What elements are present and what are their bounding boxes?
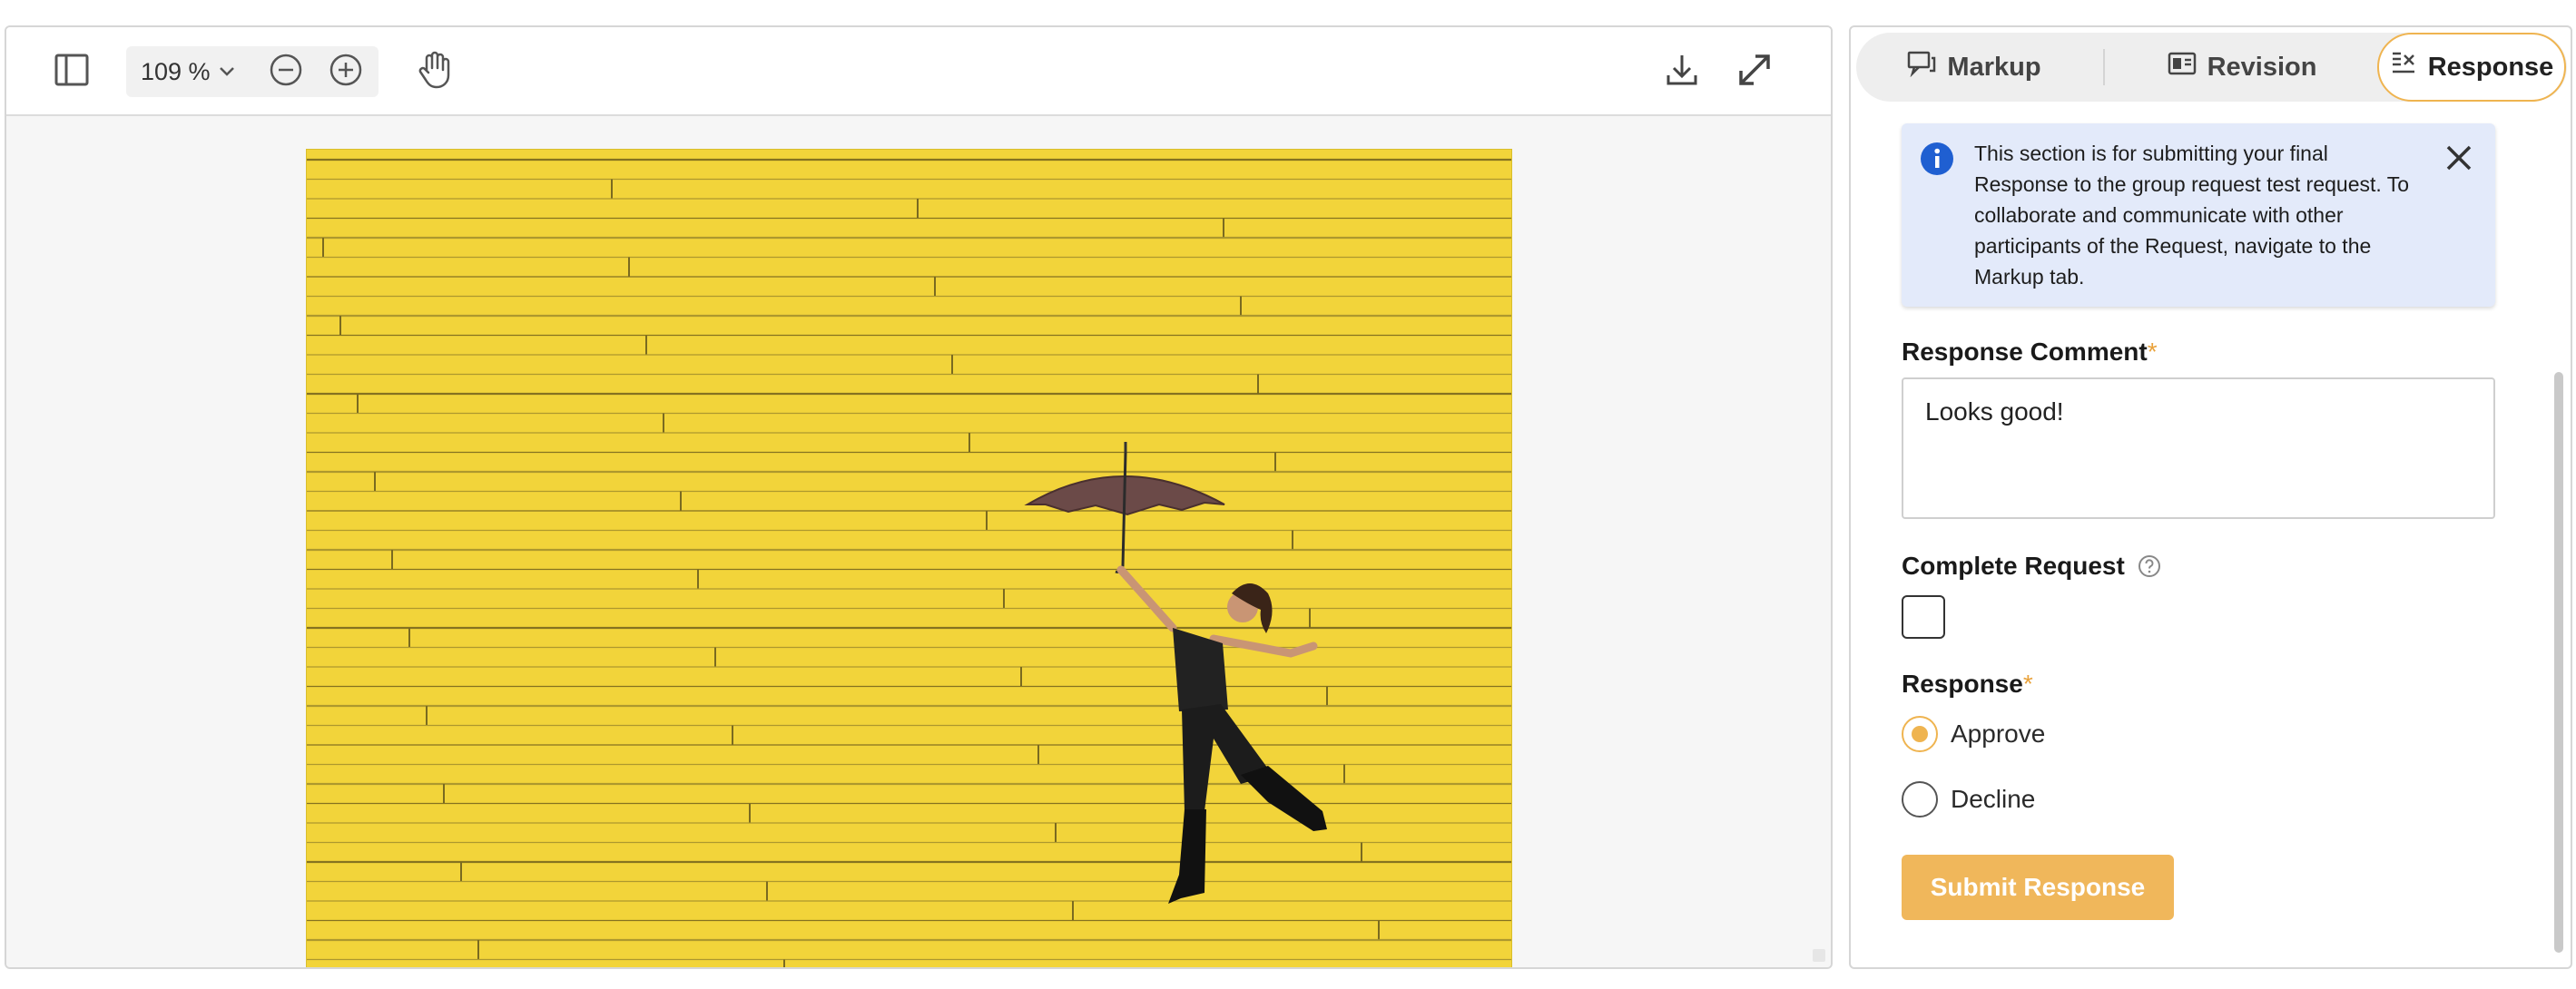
approve-label: Approve [1951, 720, 2046, 748]
response-label-text: Response [1902, 670, 2023, 698]
response-comment-label-text: Response Comment [1902, 338, 2148, 366]
approve-radio[interactable] [1902, 716, 1938, 752]
viewer-toolbar: 109 % [6, 27, 1831, 116]
info-banner: This section is for submitting your fina… [1902, 123, 2495, 307]
complete-request-label: Complete Request [1902, 552, 2161, 581]
info-message: This section is for submitting your fina… [1974, 142, 2410, 289]
zoom-in-button[interactable] [320, 46, 371, 97]
zoom-out-button[interactable] [261, 46, 311, 97]
response-comment-value: Looks good! [1925, 397, 2064, 426]
download-button[interactable] [1655, 44, 1709, 99]
zoom-dropdown[interactable]: 109 % [141, 46, 236, 97]
tab-revision-label: Revision [2207, 52, 2317, 82]
expand-icon [1735, 51, 1774, 93]
required-marker: * [2147, 338, 2158, 366]
required-marker: * [2022, 670, 2033, 698]
zoom-value: 109 % [141, 57, 211, 85]
tab-divider [2103, 49, 2105, 85]
decline-radio[interactable] [1902, 781, 1938, 818]
tab-response[interactable]: Response [2377, 33, 2566, 102]
chevron-down-icon [218, 65, 236, 78]
panel-tabs: Markup Revision Response [1856, 33, 2567, 102]
approve-option[interactable]: Approve [1902, 716, 2045, 752]
response-label: Response* [1902, 670, 2033, 699]
photo-illustration [306, 149, 1512, 967]
document-viewer: 109 % [5, 25, 1833, 969]
comment-icon [1907, 50, 1936, 84]
sidebar-toggle-button[interactable] [44, 44, 99, 99]
zoom-in-icon [329, 53, 363, 92]
document-image [306, 149, 1512, 967]
decline-label: Decline [1951, 785, 2036, 813]
info-icon [1920, 142, 1954, 176]
tab-markup-label: Markup [1947, 52, 2041, 82]
download-icon [1664, 52, 1700, 93]
tab-markup[interactable]: Markup [1856, 33, 2092, 102]
checklist-icon [2390, 50, 2417, 84]
revision-icon [2168, 51, 2197, 83]
response-comment-textarea[interactable]: Looks good! [1902, 377, 2495, 519]
complete-request-checkbox[interactable] [1902, 595, 1945, 639]
zoom-control: 109 % [126, 46, 379, 97]
decline-option[interactable]: Decline [1902, 781, 2035, 818]
scrollbar-thumb[interactable] [2554, 372, 2563, 953]
zoom-out-icon [269, 53, 303, 92]
submit-response-button[interactable]: Submit Response [1902, 855, 2174, 920]
complete-request-label-text: Complete Request [1902, 552, 2125, 580]
request-side-panel: Markup Revision Response This section is… [1849, 25, 2572, 969]
close-icon [2444, 143, 2473, 177]
sidebar-toggle-icon [54, 52, 90, 93]
document-canvas[interactable] [6, 116, 1831, 967]
response-comment-label: Response Comment* [1902, 338, 2158, 367]
fullscreen-button[interactable] [1727, 44, 1782, 99]
pan-tool-button[interactable] [408, 44, 462, 99]
resize-handle[interactable] [1813, 949, 1825, 962]
tab-response-label: Response [2427, 52, 2554, 82]
hand-pan-icon [416, 50, 454, 94]
response-form: This section is for submitting your fina… [1851, 105, 2547, 967]
tab-revision[interactable]: Revision [2110, 33, 2374, 102]
info-close-button[interactable] [2441, 142, 2477, 178]
help-icon[interactable] [2138, 554, 2161, 578]
